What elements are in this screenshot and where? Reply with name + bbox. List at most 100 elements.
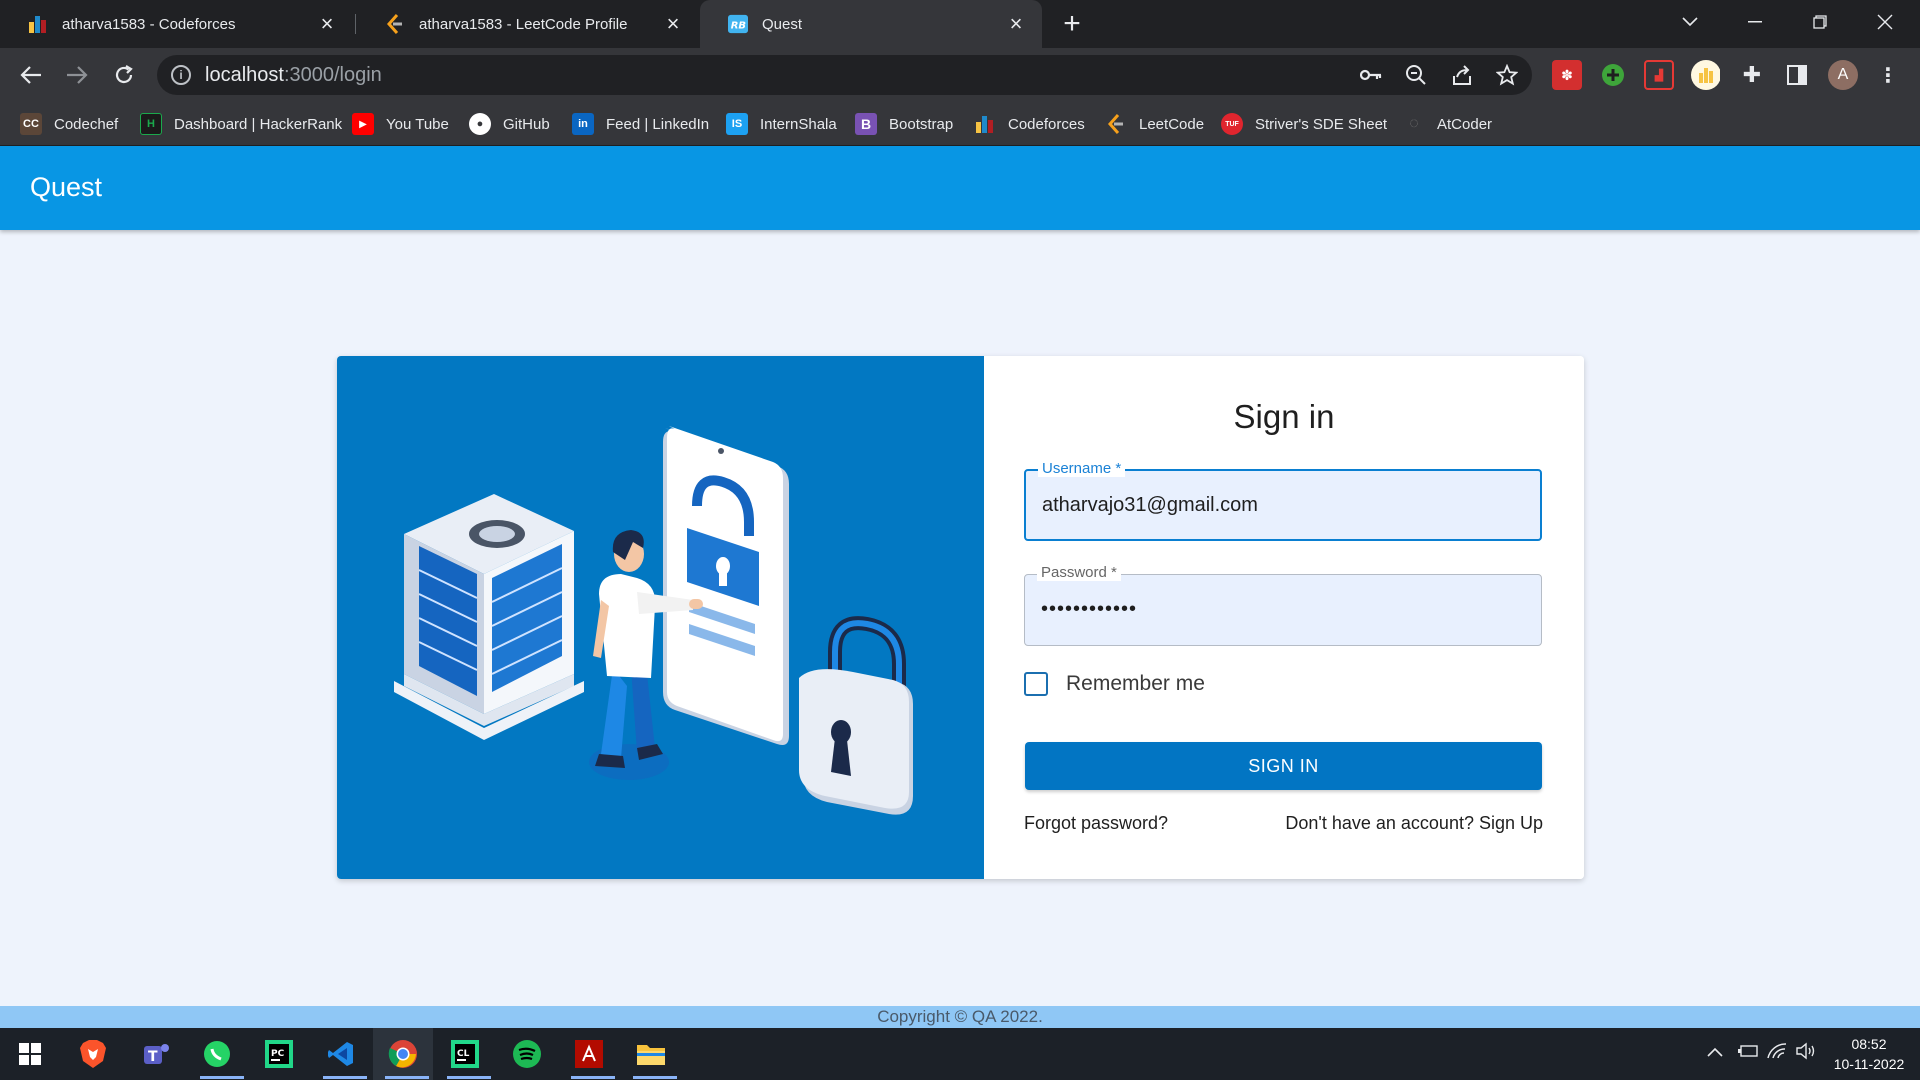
bookmark-label: LeetCode: [1139, 115, 1205, 133]
restore-icon[interactable]: [1790, 0, 1850, 44]
back-arrow-icon[interactable]: [15, 59, 47, 91]
sign-in-button[interactable]: SIGN IN: [1025, 742, 1542, 790]
plus-icon[interactable]: +: [1055, 7, 1089, 41]
extension-plus-icon[interactable]: [1598, 60, 1628, 90]
phone-lock-icon: [663, 426, 789, 745]
tab-title: atharva1583 - LeetCode Profile: [419, 15, 628, 33]
codeforces-icon: [28, 14, 48, 34]
share-icon[interactable]: [1449, 62, 1475, 88]
file-explorer-icon[interactable]: [633, 1036, 669, 1072]
clion-icon[interactable]: CL: [447, 1036, 483, 1072]
bookmark-github[interactable]: ● GitHub: [469, 112, 550, 136]
running-indicator: [447, 1076, 491, 1079]
linkedin-icon: in: [572, 113, 594, 135]
teams-icon[interactable]: T: [137, 1036, 173, 1072]
bookmark-atcoder[interactable]: ◌ AtCoder: [1403, 112, 1492, 136]
server-tower-icon: [394, 494, 584, 740]
bookmark-star-icon[interactable]: [1494, 62, 1520, 88]
forgot-password-link[interactable]: Forgot password?: [1024, 813, 1168, 834]
whatsapp-icon[interactable]: [199, 1036, 235, 1072]
web-page: Quest Sign in Username * atharvajo31@gma…: [0, 146, 1920, 1028]
zoom-icon[interactable]: [1403, 62, 1429, 88]
bookmark-bootstrap[interactable]: B Bootstrap: [855, 112, 953, 136]
github-icon: ●: [469, 113, 491, 135]
password-field[interactable]: Password * ••••••••••••: [1024, 565, 1542, 646]
close-tab-icon[interactable]: ×: [317, 11, 337, 36]
app-brand[interactable]: Quest: [30, 172, 102, 203]
key-icon[interactable]: [1358, 62, 1384, 88]
battery-icon[interactable]: [1737, 1042, 1759, 1065]
tab-codeforces[interactable]: atharva1583 - Codeforces ×: [0, 0, 353, 48]
extensions-puzzle-icon[interactable]: ✚: [1737, 60, 1767, 90]
bookmark-striver-sde-sheet[interactable]: TUF Striver's SDE Sheet: [1221, 112, 1387, 136]
url-path: :3000/login: [283, 63, 382, 86]
svg-text:PC: PC: [271, 1049, 285, 1059]
checkbox-icon[interactable]: [1024, 672, 1048, 696]
running-indicator: [571, 1076, 615, 1079]
remember-me-label[interactable]: Remember me: [1066, 672, 1205, 696]
close-tab-icon[interactable]: ×: [1006, 11, 1026, 36]
login-card: Sign in Username * atharvajo31@gmail.com…: [337, 356, 1584, 879]
tab-quest[interactable]: RB Quest ×: [700, 0, 1042, 48]
bookmark-label: Codechef: [54, 115, 119, 133]
windows-start-icon[interactable]: [12, 1036, 48, 1072]
signin-title: Sign in: [1233, 398, 1335, 435]
address-bar[interactable]: i localhost:3000/login: [157, 55, 1532, 95]
bookmark-codechef[interactable]: CC Codechef: [20, 112, 118, 136]
bookmark-label: Striver's SDE Sheet: [1255, 115, 1388, 133]
page-footer: Copyright © QA 2022.: [0, 1006, 1920, 1028]
bookmark-codeforces[interactable]: Codeforces: [974, 112, 1085, 136]
bookmark-label: You Tube: [386, 115, 449, 133]
extension-chart-icon[interactable]: ▟: [1644, 60, 1674, 90]
close-tab-icon[interactable]: ×: [663, 11, 683, 36]
username-value[interactable]: atharvajo31@gmail.com: [1042, 494, 1258, 517]
site-info-icon[interactable]: i: [171, 65, 191, 85]
extension-bars-icon[interactable]: [1690, 60, 1720, 90]
bookmark-label: Codeforces: [1008, 115, 1085, 133]
bookmark-internshala[interactable]: IS InternShala: [726, 112, 837, 136]
bookmark-youtube[interactable]: ▶ You Tube: [352, 112, 449, 136]
username-field[interactable]: Username * atharvajo31@gmail.com: [1024, 461, 1542, 541]
volume-icon[interactable]: [1795, 1042, 1817, 1065]
spotify-icon[interactable]: [509, 1036, 545, 1072]
side-panel-icon[interactable]: [1782, 60, 1812, 90]
chrome-icon[interactable]: [385, 1036, 421, 1072]
app-bar: Quest: [0, 146, 1920, 230]
username-label: Username *: [1038, 461, 1126, 477]
running-indicator: [323, 1076, 367, 1079]
tab-divider: [355, 14, 356, 34]
extension-bug-icon[interactable]: ✽: [1552, 60, 1582, 90]
bookmark-hackerrank[interactable]: H Dashboard | HackerRank: [140, 112, 342, 136]
svg-text:RB: RB: [731, 21, 746, 32]
close-window-icon[interactable]: [1855, 0, 1915, 44]
hackerrank-icon: H: [140, 113, 162, 135]
minimize-icon[interactable]: [1725, 0, 1785, 44]
tab-leetcode[interactable]: atharva1583 - LeetCode Profile ×: [357, 0, 699, 48]
password-value[interactable]: ••••••••••••: [1041, 598, 1137, 621]
bookmark-linkedin[interactable]: in Feed | LinkedIn: [572, 112, 709, 136]
bookmark-label: Bootstrap: [889, 115, 954, 133]
bookmark-leetcode[interactable]: LeetCode: [1105, 112, 1204, 136]
tab-title: atharva1583 - Codeforces: [62, 15, 236, 33]
tab-search-chevron-icon[interactable]: [1660, 0, 1720, 44]
pycharm-icon[interactable]: PC: [261, 1036, 297, 1072]
menu-kebab-icon[interactable]: ⋮: [1873, 60, 1903, 90]
browser-toolbar: i localhost:3000/login ✽ ▟ ✚ A ⋮: [0, 48, 1920, 102]
brave-icon[interactable]: [75, 1036, 111, 1072]
bookmark-label: AtCoder: [1437, 115, 1493, 133]
running-indicator: [200, 1076, 244, 1079]
remember-me-checkbox[interactable]: Remember me: [1024, 672, 1205, 696]
bookmarks-bar: CC Codechef H Dashboard | HackerRank ▶ Y…: [0, 102, 1920, 146]
acrobat-icon[interactable]: [571, 1036, 607, 1072]
forward-arrow-icon[interactable]: [61, 59, 93, 91]
sign-up-link[interactable]: Don't have an account? Sign Up: [1285, 813, 1543, 834]
tray-chevron-up-icon[interactable]: [1707, 1044, 1723, 1062]
password-label: Password *: [1037, 565, 1121, 581]
security-illustration: [337, 356, 984, 879]
system-clock[interactable]: 08:52 10-11-2022: [1826, 1034, 1912, 1074]
profile-avatar[interactable]: A: [1828, 60, 1858, 90]
reload-icon[interactable]: [108, 59, 140, 91]
svg-text:CL: CL: [457, 1049, 470, 1059]
wifi-icon[interactable]: [1767, 1042, 1787, 1065]
vscode-icon[interactable]: [323, 1036, 359, 1072]
